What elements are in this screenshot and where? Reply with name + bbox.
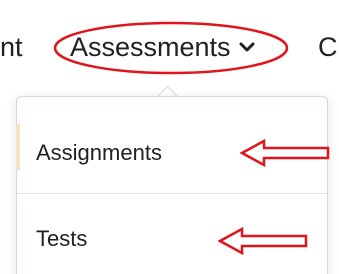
menu-item-assignments[interactable]: Assignments	[36, 136, 162, 170]
menu-divider	[17, 193, 327, 194]
nav-item-next-fragment[interactable]: C	[318, 30, 338, 64]
background-strip	[16, 124, 20, 170]
ellipse-highlight	[53, 21, 289, 75]
nav-item-previous-fragment[interactable]: nt	[0, 30, 23, 64]
left-arrow-icon	[218, 226, 308, 256]
left-arrow-icon	[240, 138, 330, 168]
screenshot-stage: nt Assessments C Assignments Tests	[0, 0, 339, 274]
menu-item-tests[interactable]: Tests	[36, 222, 87, 256]
